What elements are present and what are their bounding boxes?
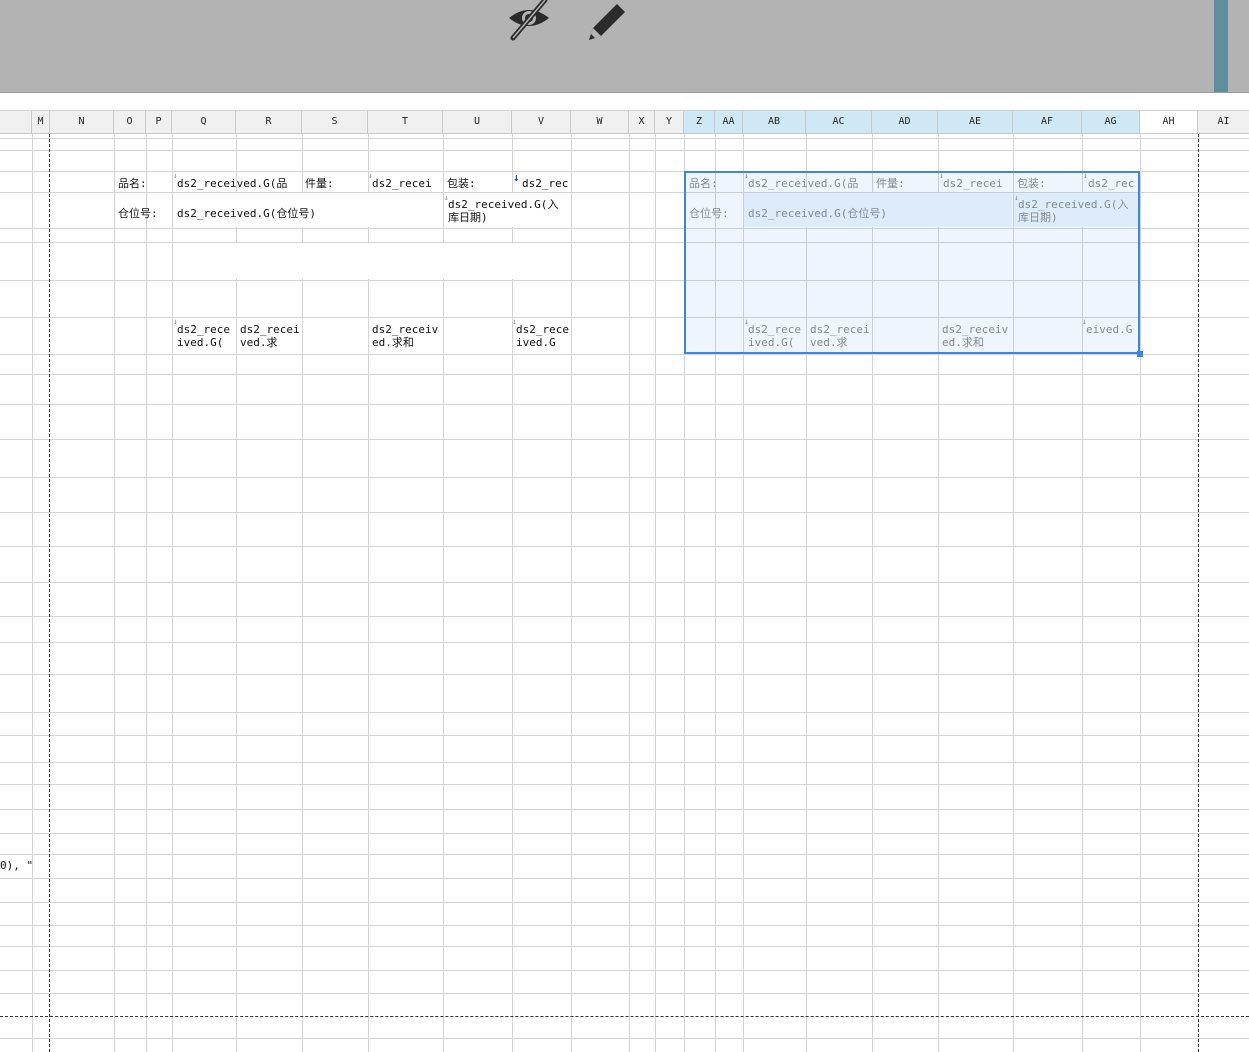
formula-marker-icon: ↓ xyxy=(513,171,520,184)
column-header-n[interactable]: N xyxy=(50,111,114,133)
gridline xyxy=(0,642,1249,643)
column-header-s[interactable]: S xyxy=(302,111,368,133)
gridline xyxy=(655,134,656,1052)
gridline xyxy=(0,616,1249,617)
gridline xyxy=(0,833,1249,834)
gridline xyxy=(0,809,1249,810)
column-header-ag[interactable]: AG xyxy=(1082,111,1140,133)
page-break-line xyxy=(0,1016,1249,1017)
gridline xyxy=(32,134,33,1052)
column-header-t[interactable]: T xyxy=(368,111,443,133)
gridline xyxy=(0,784,1249,785)
cell-pack-value[interactable]: ds2_rec xyxy=(522,177,568,190)
cell-qty-label[interactable]: 件量: xyxy=(305,177,334,190)
gridline xyxy=(0,970,1249,971)
cell-product-value[interactable]: ds2_received.G(品 xyxy=(177,177,287,190)
gridline xyxy=(0,762,1249,763)
cell-row3-v[interactable]: ds2_received.G xyxy=(516,323,570,349)
column-header-u[interactable]: U xyxy=(443,111,512,133)
cell-selection-range[interactable] xyxy=(684,171,1140,354)
eye-slash-icon[interactable] xyxy=(505,0,553,44)
gridline xyxy=(0,878,1249,879)
column-header-p[interactable]: P xyxy=(146,111,172,133)
column-header-ai[interactable]: AI xyxy=(1198,111,1249,133)
gridline xyxy=(1140,134,1141,1052)
gridline xyxy=(0,993,1249,994)
column-header-ah[interactable]: AH xyxy=(1140,111,1198,133)
column-header-r[interactable]: R xyxy=(236,111,302,133)
column-header-ae[interactable]: AE xyxy=(938,111,1013,133)
gridline xyxy=(0,150,1249,151)
column-header-row: M N O P Q R S T U V W X Y Z AA AB AC AD … xyxy=(0,111,1249,134)
cell-row3-r[interactable]: ds2_received.求 xyxy=(240,323,300,349)
gridline xyxy=(146,134,147,1052)
gridline xyxy=(0,902,1249,903)
spreadsheet-grid[interactable]: 品名: ↓ ds2_received.G(品 件量: ↓ ds2_recei 包… xyxy=(0,134,1249,1052)
cell-date-value[interactable]: ds2_received.G(入库日期) xyxy=(448,198,568,224)
column-header-ac[interactable]: AC xyxy=(806,111,872,133)
pencil-icon[interactable] xyxy=(583,0,631,44)
column-header-aa[interactable]: AA xyxy=(715,111,743,133)
gridline xyxy=(114,134,115,1052)
gridline xyxy=(0,925,1249,926)
page-break-line xyxy=(1198,134,1199,1052)
gridline xyxy=(0,374,1249,375)
fill-handle[interactable] xyxy=(1137,351,1143,357)
gridline xyxy=(0,512,1249,513)
gridline xyxy=(0,138,1249,139)
column-header-partial[interactable] xyxy=(0,111,32,133)
cell-row3-t[interactable]: ds2_received.求和 xyxy=(372,323,442,349)
gridline xyxy=(0,735,1249,736)
gridline xyxy=(0,354,1249,355)
cell-left-edge-fragment[interactable]: 0), " xyxy=(0,859,33,872)
column-header-w[interactable]: W xyxy=(571,111,629,133)
cell-pack-label[interactable]: 包装: xyxy=(447,177,476,190)
gridline xyxy=(0,404,1249,405)
column-header-x[interactable]: X xyxy=(629,111,655,133)
column-header-z[interactable]: Z xyxy=(684,111,715,133)
gridline xyxy=(571,134,572,1052)
cell-location-value[interactable]: ds2_received.G(仓位号) xyxy=(177,207,316,220)
gridline xyxy=(0,854,1249,855)
column-header-y[interactable]: Y xyxy=(655,111,684,133)
column-header-q[interactable]: Q xyxy=(172,111,236,133)
column-header-ad[interactable]: AD xyxy=(872,111,938,133)
merged-cell xyxy=(173,243,570,279)
scrollbar[interactable] xyxy=(1214,0,1228,92)
cell-product-label[interactable]: 品名: xyxy=(118,177,147,190)
cell-qty-value[interactable]: ds2_recei xyxy=(372,177,432,190)
column-header-ab[interactable]: AB xyxy=(743,111,806,133)
cell-row3-q[interactable]: ds2_received.G( xyxy=(177,323,235,349)
gridline xyxy=(0,477,1249,478)
gridline xyxy=(0,439,1249,440)
cell-location-label[interactable]: 仓位号: xyxy=(118,207,158,220)
gridline xyxy=(0,712,1249,713)
column-header-af[interactable]: AF xyxy=(1013,111,1082,133)
column-header-v[interactable]: V xyxy=(512,111,571,133)
formula-bar-spacer xyxy=(0,93,1249,111)
gridline xyxy=(0,674,1249,675)
gridline xyxy=(629,134,630,1052)
toolbar xyxy=(0,0,1249,93)
column-header-m[interactable]: M xyxy=(32,111,50,133)
gridline xyxy=(0,546,1249,547)
page-break-line xyxy=(49,134,50,1052)
gridline xyxy=(0,946,1249,947)
gridline xyxy=(0,582,1249,583)
gridline xyxy=(0,1038,1249,1039)
column-header-o[interactable]: O xyxy=(114,111,146,133)
